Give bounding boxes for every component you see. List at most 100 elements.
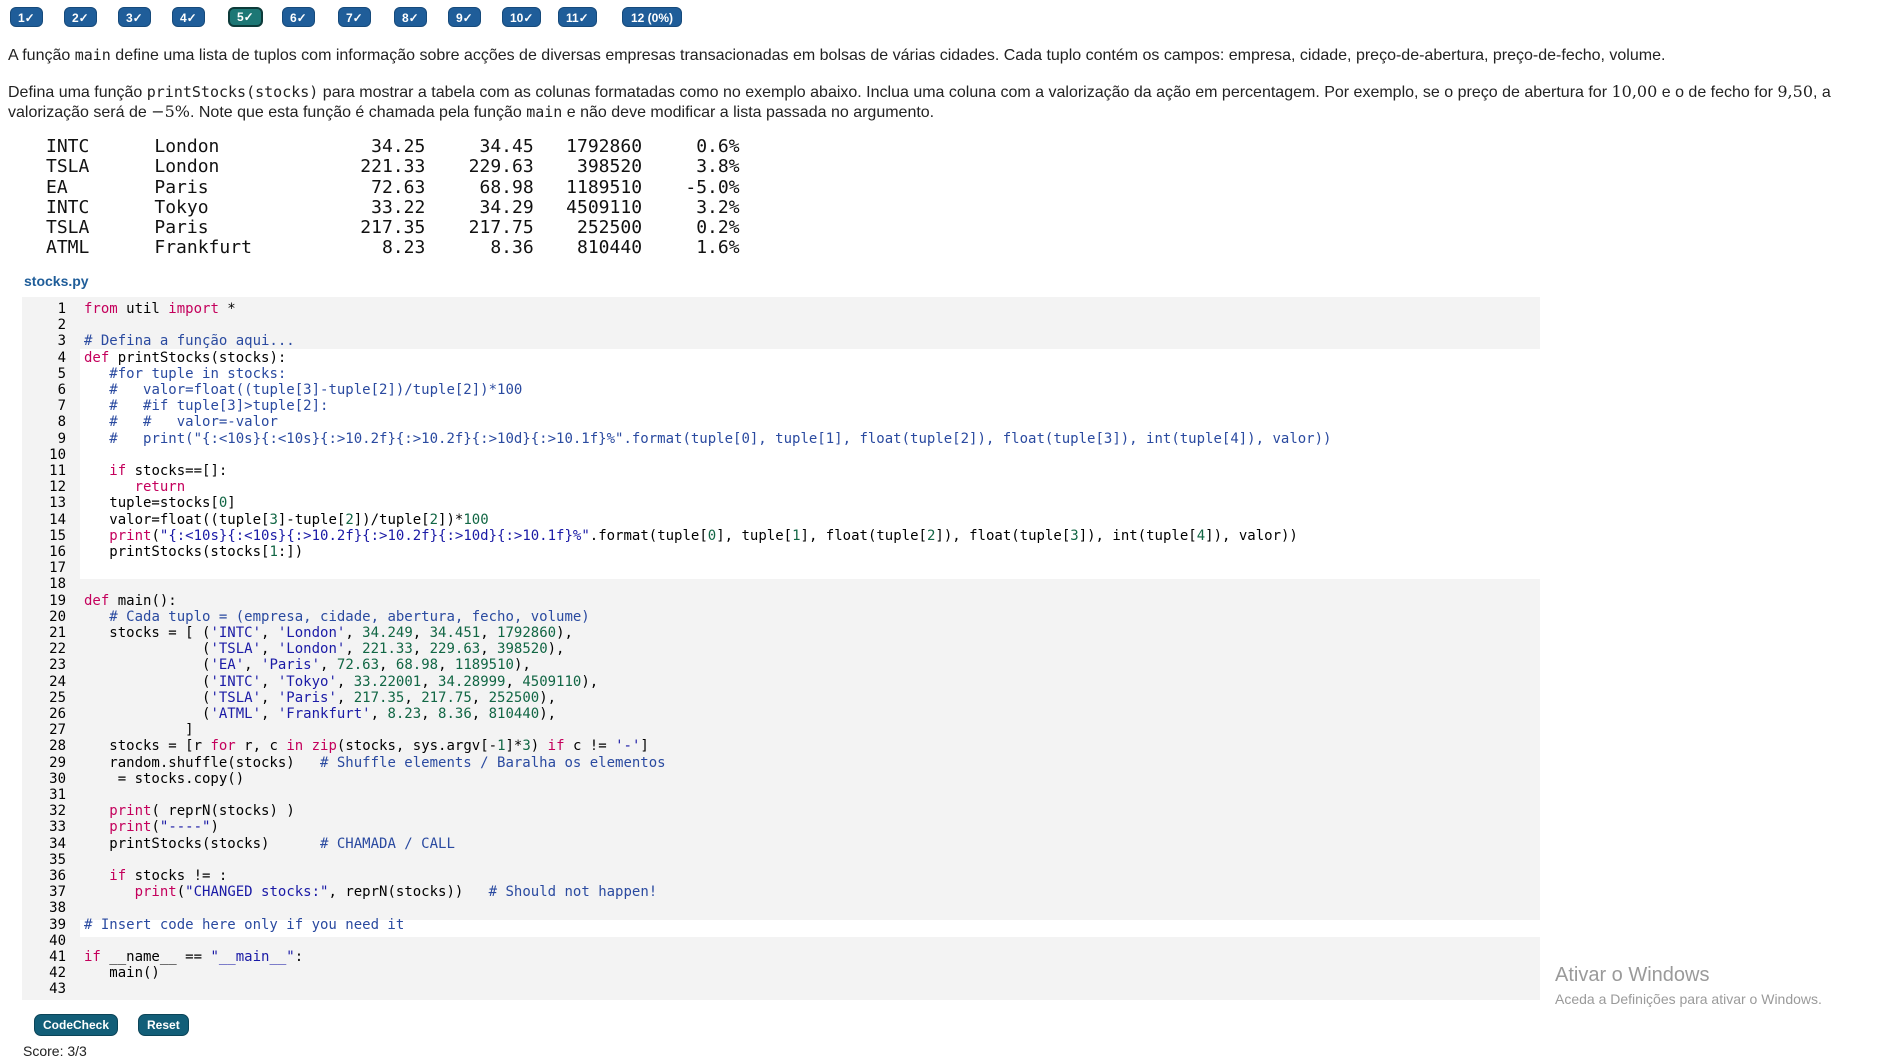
line-number: 20 [49, 608, 66, 625]
inline-code: printStocks(stocks) [146, 83, 319, 101]
code-text[interactable]: if __name__ == "__main__": [84, 949, 303, 965]
line-number: 28 [49, 738, 66, 755]
code-text[interactable]: ('TSLA', 'London', 221.33, 229.63, 39852… [84, 641, 564, 657]
code-text[interactable]: stocks = [r for r, c in zip(stocks, sys.… [84, 738, 649, 754]
line-number: 16 [49, 544, 66, 560]
file-name: stocks.py [24, 273, 89, 289]
code-text[interactable]: ('EA', 'Paris', 72.63, 68.98, 1189510), [84, 657, 531, 673]
line-number: 15 [49, 527, 66, 544]
code-text[interactable]: printStocks(stocks) # CHAMADA / CALL [84, 836, 455, 852]
code-text[interactable]: print("CHANGED stocks:", reprN(stocks)) … [84, 884, 658, 900]
output-row: ATML Frankfurt 8.23 8.36 810440 1.6% [46, 237, 740, 259]
code-text[interactable]: ('ATML', 'Frankfurt', 8.23, 8.36, 810440… [84, 706, 556, 722]
output-row: INTC London 34.25 34.45 1792860 0.6% [46, 136, 740, 157]
question-nav-button-3[interactable]: 3✓ [118, 7, 151, 27]
math-value: 10,00 [1611, 82, 1658, 101]
line-number: 34 [49, 835, 66, 852]
line-number: 40 [49, 932, 66, 949]
question-text: define uma lista de tuplos com informaçã… [110, 47, 1666, 64]
question-text: A função [8, 47, 75, 64]
code-text[interactable]: # Cada tuplo = (empresa, cidade, abertur… [84, 609, 589, 625]
line-number: 36 [49, 868, 66, 884]
question-nav-button-5[interactable]: 5✓ [228, 7, 263, 27]
inline-code: main [74, 46, 111, 64]
line-number: 17 [49, 560, 66, 577]
line-number: 19 [49, 592, 66, 609]
code-text[interactable]: ('INTC', 'Tokyo', 33.22001, 34.28999, 45… [84, 674, 598, 690]
code-text[interactable]: # Insert code here only if you need it [84, 917, 404, 933]
code-text[interactable]: if stocks != : [84, 868, 227, 884]
code-text[interactable]: # Defina a função aqui... [84, 333, 295, 349]
line-number: 2 [57, 317, 66, 334]
code-text[interactable]: # #if tuple[3]>tuple[2]: [84, 398, 328, 414]
question-text: e não deve modificar a lista passada no … [562, 104, 935, 121]
line-number: 18 [49, 576, 66, 593]
question-nav-button-2[interactable]: 2✓ [64, 7, 97, 27]
line-number: 24 [49, 673, 66, 690]
question-nav-button-10[interactable]: 10✓ [502, 7, 542, 27]
line-number: 30 [49, 770, 66, 787]
line-number: 26 [49, 706, 66, 722]
question-text: e o de fecho for [1657, 84, 1778, 101]
line-number: 42 [49, 965, 66, 982]
question-text: . Note que esta função é chamada pela fu… [189, 104, 527, 121]
question-nav-button-12[interactable]: 12 (0%) [622, 7, 683, 27]
code-text[interactable]: random.shuffle(stocks) # Shuffle element… [84, 755, 665, 771]
code-text[interactable]: ] [84, 722, 193, 738]
output-row: TSLA Paris 217.35 217.75 252500 0.2% [46, 217, 740, 239]
watermark-title: Ativar o Windows [1555, 964, 1710, 986]
code-text[interactable]: if stocks==[]: [84, 463, 227, 479]
line-number: 37 [49, 884, 66, 901]
question-nav-button-8[interactable]: 8✓ [394, 7, 427, 27]
code-editor[interactable]: 1 from util import * 2 3 # Defina a função a… [22, 297, 1540, 1000]
output-row: INTC Tokyo 33.22 34.29 4509110 3.2% [46, 196, 740, 218]
code-text[interactable]: ('TSLA', 'Paris', 217.35, 217.75, 252500… [84, 690, 556, 706]
line-number: 12 [49, 479, 66, 496]
code-text[interactable]: def main(): [84, 593, 177, 609]
line-number: 4 [57, 349, 66, 366]
question-nav-button-7[interactable]: 7✓ [338, 7, 371, 27]
reset-button[interactable]: Reset [138, 1014, 189, 1036]
question-paragraph-1: A função main define uma lista de tuplos… [8, 46, 1863, 65]
line-number: 3 [57, 333, 66, 350]
code-text[interactable]: printStocks(stocks[1:]) [84, 544, 303, 560]
line-number: 7 [57, 398, 66, 415]
line-number: 6 [57, 382, 66, 398]
code-text[interactable]: #for tuple in stocks: [84, 366, 286, 382]
question-nav-button-11[interactable]: 11✓ [558, 7, 597, 27]
code-text[interactable]: tuple=stocks[0] [84, 495, 235, 511]
code-text[interactable]: # valor=float((tuple[3]-tuple[2])/tuple[… [84, 382, 522, 398]
code-text[interactable]: main() [84, 965, 160, 981]
math-value: −5% [151, 102, 190, 121]
line-number: 27 [49, 722, 66, 739]
line-number: 5 [57, 365, 66, 382]
question-nav-button-9[interactable]: 9✓ [448, 7, 481, 27]
code-text[interactable]: print("----") [84, 819, 219, 835]
code-text[interactable]: # print("{:<10s}{:<10s}{:>10.2f}{:>10.2f… [84, 431, 1331, 447]
question-nav-button-4[interactable]: 4✓ [172, 7, 205, 27]
codecheck-button[interactable]: CodeCheck [34, 1014, 119, 1036]
code-text[interactable]: = stocks.copy() [84, 771, 244, 787]
code-text[interactable]: from util import * [84, 301, 236, 317]
line-number: 35 [49, 851, 66, 868]
math-value: 9,50 [1777, 82, 1813, 101]
example-output-table: INTC London 34.25 34.45 1792860 0.6% TSLA… [46, 136, 740, 259]
code-text[interactable]: # # valor=-valor [84, 414, 278, 430]
question-nav-button-6[interactable]: 6✓ [282, 7, 315, 27]
line-number: 38 [49, 900, 66, 917]
code-text[interactable]: def printStocks(stocks): [84, 350, 286, 366]
line-number: 23 [49, 657, 66, 674]
question-text: para mostrar a tabela com as colunas for… [318, 84, 1612, 101]
code-text[interactable]: return [84, 479, 186, 495]
code-text[interactable]: stocks = [ ('INTC', 'London', 34.249, 34… [84, 625, 573, 641]
code-text[interactable]: valor=float((tuple[3]-tuple[2])/tuple[2]… [84, 512, 488, 528]
line-number: 8 [57, 414, 66, 431]
code-text[interactable]: print("{:<10s}{:<10s}{:>10.2f}{:>10.2f}{… [84, 528, 1298, 544]
line-number: 39 [49, 916, 66, 933]
question-nav-button-1[interactable]: 1✓ [10, 7, 43, 27]
line-number: 31 [49, 787, 66, 803]
code-text[interactable]: print( reprN(stocks) ) [84, 803, 294, 819]
line-number: 41 [49, 949, 66, 965]
line-number: 1 [57, 301, 66, 317]
windows-activation-watermark: Ativar o Windows Aceda a Definições para… [1555, 963, 1822, 1009]
